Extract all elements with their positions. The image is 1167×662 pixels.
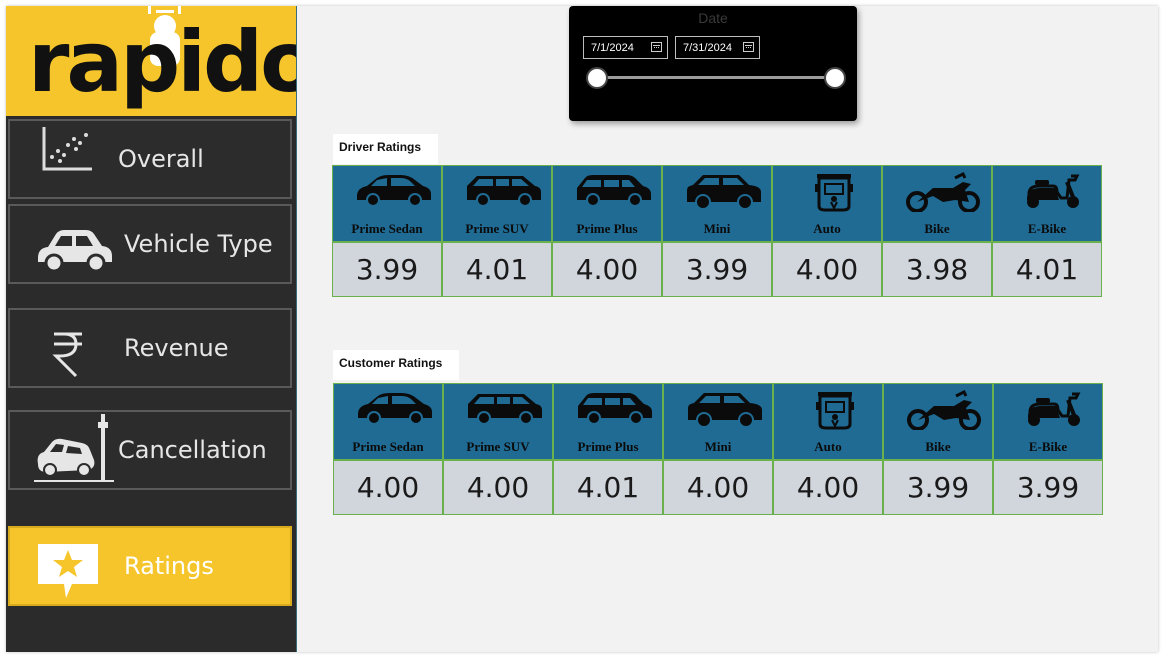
vehicle-name: E-Bike [1028, 439, 1068, 454]
vehicle-header: Auto [772, 165, 882, 242]
vehicle-name: Auto [814, 439, 842, 454]
rating-value: 3.99 [993, 460, 1103, 515]
sedan-icon [358, 393, 432, 425]
date-slicer: Date 7/1/2024 7/31/2024 [569, 6, 857, 121]
calendar-icon[interactable] [651, 42, 662, 52]
vehicle-name: Prime Plus [576, 221, 638, 236]
suv-icon [467, 176, 541, 207]
date-range-start-handle[interactable] [586, 67, 608, 89]
date-range-end-handle[interactable] [824, 67, 846, 89]
rating-value: 4.01 [992, 242, 1102, 297]
vehicle-name: Auto [813, 221, 841, 236]
suv-icon [468, 394, 542, 425]
vehicle-header: Prime SUV [442, 165, 552, 242]
vehicle-name: Mini [703, 221, 731, 236]
rating-value: 4.00 [552, 242, 662, 297]
vehicle-header: Auto [773, 383, 883, 460]
nav-vehicle-type[interactable]: Vehicle Type [8, 204, 292, 284]
rating-value: 4.00 [773, 460, 883, 515]
scooter-icon [1026, 392, 1082, 428]
rating-value: 4.00 [333, 460, 443, 515]
mini-car-icon [687, 175, 761, 210]
rating-value: 3.99 [332, 242, 442, 297]
end-date-input[interactable]: 7/31/2024 [675, 36, 760, 59]
nav-vehicle-type-label: Vehicle Type [124, 230, 273, 258]
vehicle-header: Prime Sedan [332, 165, 442, 242]
start-date-input[interactable]: 7/1/2024 [583, 36, 668, 59]
auto-rickshaw-icon [815, 174, 853, 212]
rating-value: 4.00 [663, 460, 773, 515]
date-slicer-title: Date [698, 10, 728, 26]
customer-ratings-title: Customer Ratings [333, 350, 459, 380]
nav-cancellation-label: Cancellation [118, 436, 267, 464]
vehicle-header: Bike [882, 165, 992, 242]
nav-ratings[interactable]: Ratings [8, 526, 292, 606]
scooter-icon [1025, 174, 1081, 210]
logo-text: rapido [28, 13, 296, 111]
nav-overall-label: Overall [118, 145, 204, 173]
vehicle-name: Prime Plus [577, 439, 639, 454]
driver-ratings-title: Driver Ratings [333, 134, 438, 164]
rating-value: 4.00 [443, 460, 553, 515]
car-icon [38, 230, 112, 272]
vehicle-name: Bike [924, 221, 950, 236]
vehicle-header: E-Bike [992, 165, 1102, 242]
vehicle-header: Prime Plus [553, 383, 663, 460]
vehicle-header: Mini [663, 383, 773, 460]
vehicle-name: Prime SUV [466, 439, 530, 454]
nav-cancellation[interactable]: Cancellation [8, 410, 292, 490]
date-range-track[interactable] [597, 76, 835, 79]
nav-revenue-label: Revenue [124, 334, 229, 362]
auto-rickshaw-icon [816, 392, 854, 430]
mini-car-icon [688, 393, 762, 428]
vehicle-name: Prime SUV [465, 221, 529, 236]
motorbike-icon [907, 390, 981, 430]
car-crash-icon [34, 414, 114, 482]
hatchback-icon [577, 175, 651, 207]
rating-value: 4.00 [772, 242, 882, 297]
rating-value: 3.99 [883, 460, 993, 515]
vehicle-name: Mini [704, 439, 732, 454]
start-date-value: 7/1/2024 [591, 41, 634, 54]
nav-overall[interactable]: Overall [8, 119, 292, 199]
vehicle-header: Mini [662, 165, 772, 242]
rupee-icon [52, 332, 82, 378]
vehicle-header: Prime Plus [552, 165, 662, 242]
nav-revenue[interactable]: Revenue [8, 308, 292, 388]
scatter-chart-icon [42, 127, 92, 171]
vehicle-name: E-Bike [1027, 221, 1067, 236]
rating-value: 4.01 [553, 460, 663, 515]
vehicle-name: Prime Sedan [352, 439, 424, 454]
vehicle-header: E-Bike [993, 383, 1103, 460]
sedan-icon [357, 175, 431, 207]
vehicle-header: Bike [883, 383, 993, 460]
vehicle-header: Prime Sedan [333, 383, 443, 460]
calendar-icon[interactable] [743, 42, 754, 52]
star-message-icon [38, 544, 98, 598]
nav-ratings-label: Ratings [124, 552, 214, 580]
vehicle-name: Bike [925, 439, 951, 454]
rating-value: 3.98 [882, 242, 992, 297]
end-date-value: 7/31/2024 [683, 41, 732, 54]
rating-value: 3.99 [662, 242, 772, 297]
vehicle-name: Prime Sedan [351, 221, 423, 236]
vehicle-header: Prime SUV [443, 383, 553, 460]
motorbike-icon [906, 172, 980, 212]
logo: rapido [6, 6, 296, 116]
rating-value: 4.01 [442, 242, 552, 297]
sidebar: rapido Overall Vehicle Type Revenue Canc… [6, 6, 297, 652]
hatchback-icon [578, 393, 652, 425]
